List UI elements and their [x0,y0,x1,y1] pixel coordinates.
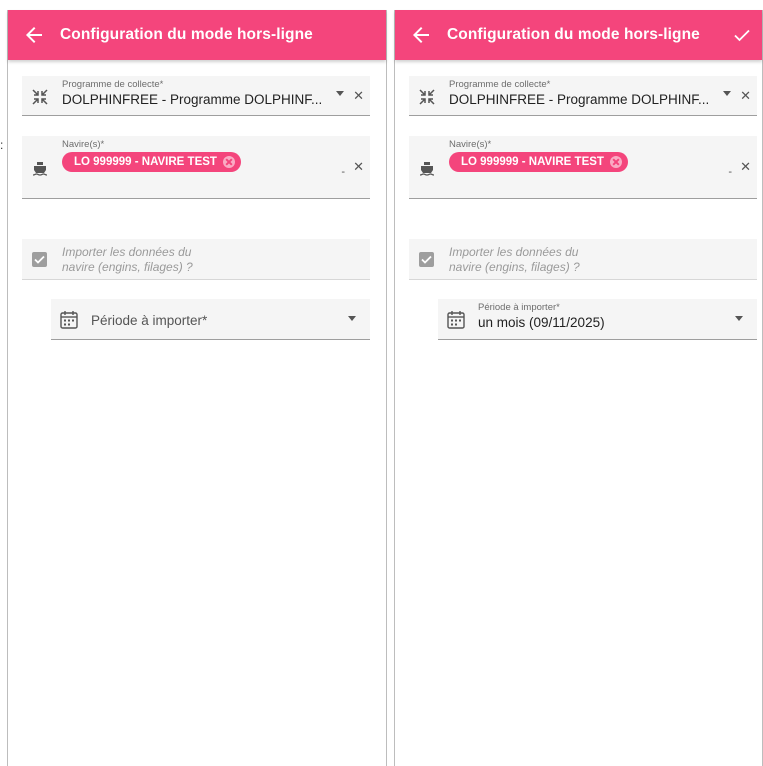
period-placeholder: Période à importer* [91,313,208,328]
program-select[interactable]: Programme de collecte* DOLPHINFREE - Pro… [22,76,370,116]
save-button[interactable] [730,23,754,47]
checkbox-checked-icon[interactable] [419,252,434,267]
back-button[interactable] [22,23,46,47]
ships-dropdown-indicator[interactable]: - [728,166,732,178]
arrow-left-icon [413,27,429,43]
import-ship-data-checkbox-field[interactable]: Importer les données du navire (engins, … [22,239,370,280]
arrow-left-icon [26,27,42,43]
back-button[interactable] [409,23,433,47]
import-ship-data-label: Importer les données du navire (engins, … [449,245,649,275]
program-select[interactable]: Programme de collecte* DOLPHINFREE - Pro… [409,76,757,116]
ship-chip-label: LO 999999 - NAVIRE TEST [74,156,217,168]
import-label-line1: Importer les données du [449,245,579,259]
program-value: DOLPHINFREE - Programme DOLPHINF... [62,92,323,107]
check-icon [734,29,750,42]
program-label: Programme de collecte* [62,79,164,90]
ship-chip: LO 999999 - NAVIRE TEST [449,152,628,172]
offline-config-panel-left: Configuration du mode hors-ligne Program… [7,10,387,766]
ship-chip-label: LO 999999 - NAVIRE TEST [461,156,604,168]
calendar-icon [60,311,78,329]
import-label-line2: navire (engins, filages) ? [62,260,193,274]
page-title: Configuration du mode hors-ligne [447,26,700,43]
ships-label: Navire(s)* [62,139,105,150]
toolbar: Configuration du mode hors-ligne [395,10,762,60]
cropped-edge-glyph: : [0,138,3,152]
caret-down-icon[interactable] [735,316,743,321]
boat-icon [419,162,435,176]
import-ship-data-label: Importer les données du navire (engins, … [62,245,262,275]
ships-select[interactable]: Navire(s)* LO 999999 - NAVIRE TEST - ✕ [409,136,757,199]
page-title: Configuration du mode hors-ligne [60,26,313,43]
calendar-icon [447,311,465,329]
compress-arrows-icon [419,89,435,105]
clear-program-button[interactable]: ✕ [353,89,364,103]
ship-chip: LO 999999 - NAVIRE TEST [62,152,241,172]
clear-ships-button[interactable]: ✕ [353,160,364,174]
import-label-line1: Importer les données du [62,245,192,259]
program-label: Programme de collecte* [449,79,551,90]
ships-label: Navire(s)* [449,139,492,150]
period-select[interactable]: Période à importer* [51,299,370,340]
clear-program-button[interactable]: ✕ [740,89,751,103]
compress-arrows-icon [32,89,48,105]
ships-select[interactable]: Navire(s)* LO 999999 - NAVIRE TEST - ✕ [22,136,370,199]
period-label: Période à importer* [478,302,560,313]
clear-ships-button[interactable]: ✕ [740,160,751,174]
period-value: un mois (09/11/2025) [478,315,605,330]
boat-icon [32,162,48,176]
import-ship-data-checkbox-field[interactable]: Importer les données du navire (engins, … [409,239,757,280]
program-value: DOLPHINFREE - Programme DOLPHINF... [449,92,710,107]
chip-remove-icon[interactable] [609,156,622,168]
caret-down-icon[interactable] [336,91,344,96]
caret-down-icon[interactable] [723,91,731,96]
checkbox-checked-icon[interactable] [32,252,47,267]
chip-remove-icon[interactable] [222,156,235,168]
caret-down-icon[interactable] [348,316,356,321]
offline-config-panel-right: Configuration du mode hors-ligne Program… [394,10,763,766]
import-label-line2: navire (engins, filages) ? [449,260,580,274]
ships-dropdown-indicator[interactable]: - [341,166,345,178]
period-select[interactable]: Période à importer* un mois (09/11/2025) [438,299,757,340]
toolbar: Configuration du mode hors-ligne [8,10,386,60]
